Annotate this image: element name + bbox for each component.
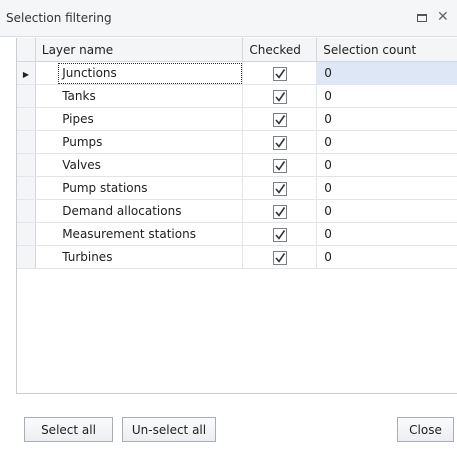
checked-cell[interactable] xyxy=(242,130,318,154)
checkbox-checked-icon[interactable] xyxy=(272,158,287,173)
row-indent-cell xyxy=(35,176,58,200)
unselect-all-button[interactable]: Un-select all xyxy=(122,417,216,442)
row-indent-cell xyxy=(35,130,58,154)
checkbox-checked-icon[interactable] xyxy=(272,227,287,242)
checked-cell[interactable] xyxy=(242,107,318,131)
row-indent-cell xyxy=(35,61,58,85)
table-row[interactable]: Pipes 0 xyxy=(17,107,457,131)
layer-name-cell[interactable]: Pump stations xyxy=(57,176,244,200)
header-row: Layer name Checked Selection count xyxy=(17,38,457,62)
layer-name-cell[interactable]: Valves xyxy=(57,153,244,177)
selection-count-cell: 0 xyxy=(316,222,457,246)
close-icon[interactable]: ✕ xyxy=(437,9,453,25)
row-indent-cell xyxy=(35,199,58,223)
table-row[interactable]: Tanks 0 xyxy=(17,84,457,108)
row-header-cell[interactable] xyxy=(17,153,36,177)
row-indent-cell xyxy=(35,107,58,131)
header-indicator-cell xyxy=(17,38,36,62)
row-header-cell[interactable] xyxy=(17,176,36,200)
row-header-cell[interactable]: ▶ xyxy=(17,61,36,85)
column-header-layer-name[interactable]: Layer name xyxy=(35,38,244,62)
layer-table: Layer name Checked Selection count ▶ Junc… xyxy=(17,38,457,269)
title-bar: Selection filtering ✕ xyxy=(0,0,457,37)
grid-body: ▶ Junctions 0 Tanks 0 Pipes 0 Pumps 0 Valves 0 Pump… xyxy=(17,61,457,269)
row-indent-cell xyxy=(35,222,58,246)
selection-count-cell: 0 xyxy=(316,61,457,85)
layer-name-cell[interactable]: Pumps xyxy=(57,130,244,154)
table-row[interactable]: Measurement stations 0 xyxy=(17,222,457,246)
row-indent-cell xyxy=(35,84,58,108)
checkbox-checked-icon[interactable] xyxy=(272,89,287,104)
checked-cell[interactable] xyxy=(242,222,318,246)
row-indent-cell xyxy=(35,153,58,177)
checkbox-checked-icon[interactable] xyxy=(272,204,287,219)
layer-name-cell[interactable]: Tanks xyxy=(57,84,244,108)
layer-name-cell[interactable]: Turbines xyxy=(57,245,244,269)
selection-count-cell: 0 xyxy=(316,107,457,131)
checked-cell[interactable] xyxy=(242,199,318,223)
row-indent-cell xyxy=(35,245,58,269)
table-row[interactable]: Valves 0 xyxy=(17,153,457,177)
selection-count-cell: 0 xyxy=(316,245,457,269)
column-header-selection-count[interactable]: Selection count xyxy=(316,38,457,62)
checked-cell[interactable] xyxy=(242,153,318,177)
row-header-cell[interactable] xyxy=(17,130,36,154)
window-title: Selection filtering xyxy=(6,11,112,25)
checked-cell[interactable] xyxy=(242,245,318,269)
checkbox-checked-icon[interactable] xyxy=(272,181,287,196)
selection-count-cell: 0 xyxy=(316,176,457,200)
table-row[interactable]: Pumps 0 xyxy=(17,130,457,154)
row-header-cell[interactable] xyxy=(17,245,36,269)
selection-count-cell: 0 xyxy=(316,153,457,177)
table-row[interactable]: Pump stations 0 xyxy=(17,176,457,200)
table-row[interactable]: Demand allocations 0 xyxy=(17,199,457,223)
close-button[interactable]: Close xyxy=(397,417,454,442)
selection-count-cell: 0 xyxy=(316,199,457,223)
layer-name-cell[interactable]: Pipes xyxy=(57,107,244,131)
layer-name-cell[interactable]: Measurement stations xyxy=(57,222,244,246)
layer-name-cell[interactable]: Demand allocations xyxy=(57,199,244,223)
row-header-cell[interactable] xyxy=(17,222,36,246)
checkbox-checked-icon[interactable] xyxy=(272,250,287,265)
layer-name-cell[interactable]: Junctions xyxy=(57,61,244,85)
table-row[interactable]: Turbines 0 xyxy=(17,245,457,269)
row-indicator-icon: ▶ xyxy=(22,70,30,79)
checkbox-checked-icon[interactable] xyxy=(272,135,287,150)
row-header-cell[interactable] xyxy=(17,107,36,131)
row-header-cell[interactable] xyxy=(17,199,36,223)
selection-filtering-window: Selection filtering ✕ Layer name Checked… xyxy=(0,0,457,450)
checked-cell[interactable] xyxy=(242,61,318,85)
checked-cell[interactable] xyxy=(242,84,318,108)
maximize-icon[interactable] xyxy=(413,9,429,25)
row-header-cell[interactable] xyxy=(17,84,36,108)
layer-grid: Layer name Checked Selection count ▶ Junc… xyxy=(16,38,457,394)
selection-count-cell: 0 xyxy=(316,130,457,154)
checkbox-checked-icon[interactable] xyxy=(272,66,287,81)
select-all-button[interactable]: Select all xyxy=(24,417,113,442)
checked-cell[interactable] xyxy=(242,176,318,200)
column-header-checked[interactable]: Checked xyxy=(242,38,318,62)
checkbox-checked-icon[interactable] xyxy=(272,112,287,127)
selection-count-cell: 0 xyxy=(316,84,457,108)
table-row[interactable]: ▶ Junctions 0 xyxy=(17,61,457,85)
